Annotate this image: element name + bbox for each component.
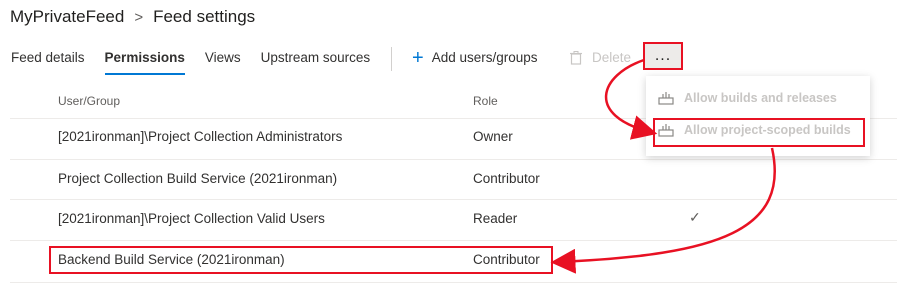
annotation-arrow xyxy=(604,58,658,140)
annotation-arrows xyxy=(550,58,776,274)
annotation-arrow xyxy=(550,147,776,274)
